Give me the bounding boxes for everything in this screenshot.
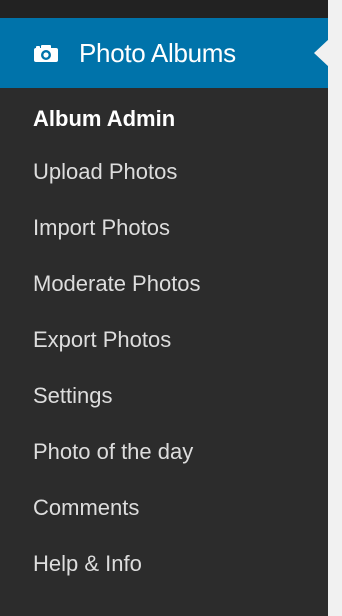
current-menu-pointer bbox=[314, 39, 329, 67]
submenu-list: Album Admin Upload Photos Import Photos … bbox=[0, 88, 328, 616]
submenu-item-import-photos[interactable]: Import Photos bbox=[0, 200, 328, 256]
menu-photo-albums[interactable]: Photo Albums bbox=[0, 18, 329, 88]
admin-sidebar: Photo Albums Album Admin Upload Photos I… bbox=[0, 0, 329, 616]
submenu-item-photo-of-the-day[interactable]: Photo of the day bbox=[0, 424, 328, 480]
submenu-item-album-admin[interactable]: Album Admin bbox=[0, 94, 328, 144]
menu-title: Photo Albums bbox=[79, 38, 236, 68]
sidebar-top-strip bbox=[0, 0, 328, 18]
admin-screen: Photo Albums Album Admin Upload Photos I… bbox=[0, 0, 342, 616]
submenu-item-help-info[interactable]: Help & Info bbox=[0, 536, 328, 592]
camera-icon bbox=[33, 43, 59, 63]
submenu-item-export-photos[interactable]: Export Photos bbox=[0, 312, 328, 368]
submenu-item-comments[interactable]: Comments bbox=[0, 480, 328, 536]
submenu-item-moderate-photos[interactable]: Moderate Photos bbox=[0, 256, 328, 312]
submenu-item-upload-photos[interactable]: Upload Photos bbox=[0, 144, 328, 200]
submenu-item-settings[interactable]: Settings bbox=[0, 368, 328, 424]
